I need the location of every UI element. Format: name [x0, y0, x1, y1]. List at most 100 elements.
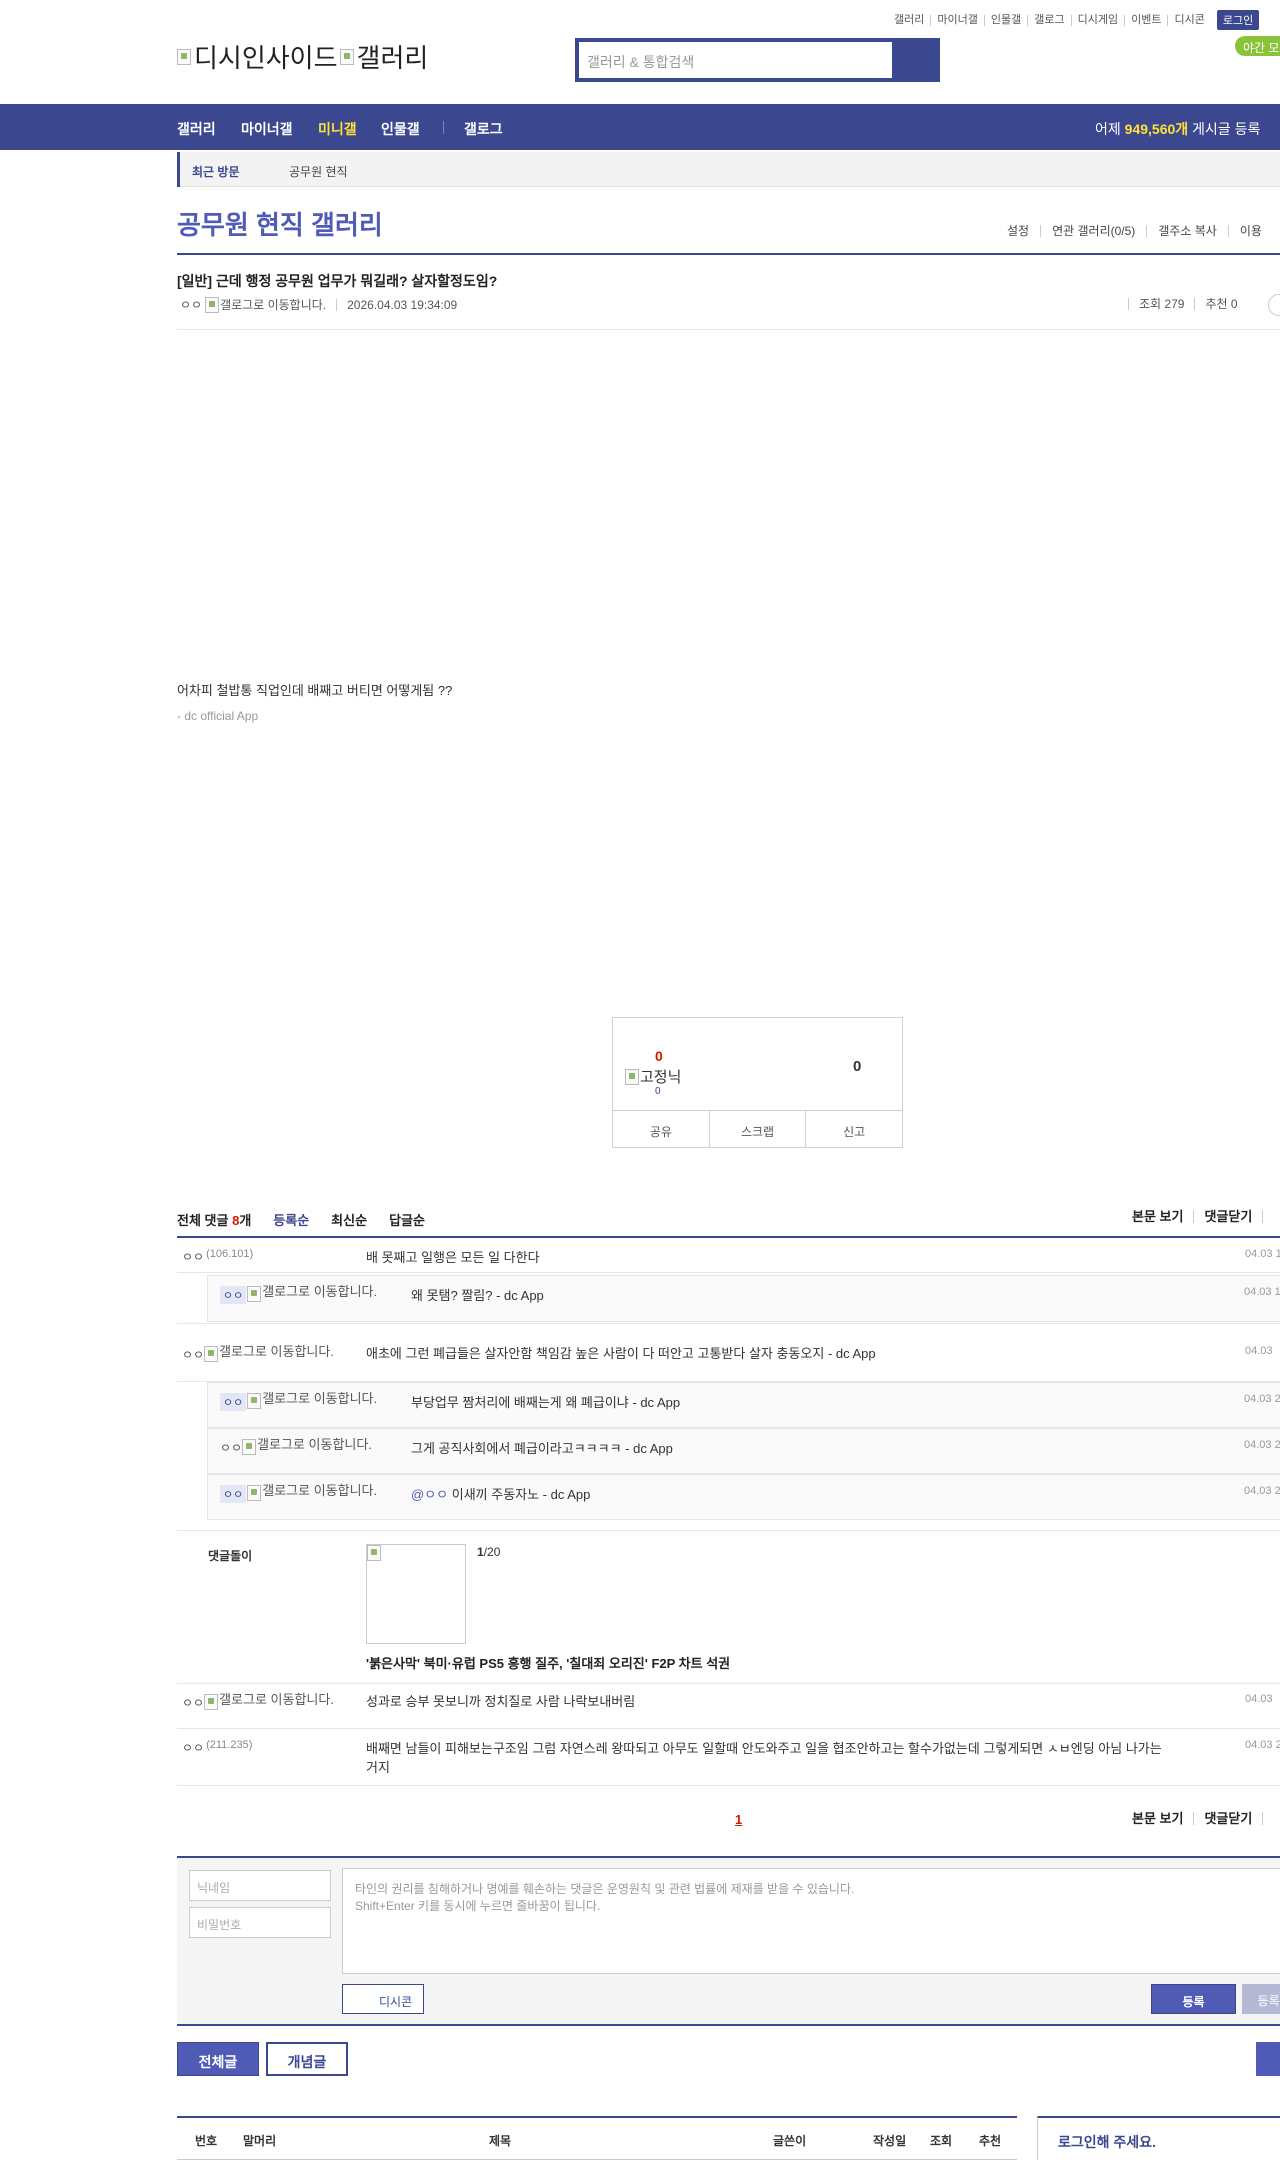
share-button[interactable]: 공유 — [613, 1111, 709, 1148]
util-link-gallery[interactable]: 갤러리 — [888, 14, 930, 26]
login-panel: 로그인해 주세요. — [1037, 2116, 1280, 2160]
gallery-title[interactable]: 공무원 현직 갤러리 — [177, 205, 383, 242]
comment-page-1[interactable]: 1 — [735, 1812, 742, 1827]
fixed-nick-alt: 고정닉 — [640, 1069, 682, 1086]
util-link-minor[interactable]: 마이너갤 — [930, 14, 983, 26]
galog-alt-text: 갤로그로 이동합니다. — [220, 298, 327, 312]
col-title: 제목 — [489, 2134, 512, 2148]
password-input[interactable]: 비밀번호 — [189, 1907, 331, 1938]
post-options-button[interactable] — [1268, 294, 1280, 316]
util-link-person[interactable]: 인물갤 — [983, 14, 1027, 26]
recommend-down-count: 0 — [853, 1058, 862, 1075]
login-panel-title[interactable]: 로그인해 주세요. — [1058, 2132, 1156, 2152]
post-meta: ㅇㅇ 갤로그로 이동합니다. 2026.04.03 19:34:09 — [180, 296, 457, 313]
col-date: 작성일 — [873, 2134, 907, 2148]
scrap-button[interactable]: 스크랩 — [708, 1111, 806, 1148]
submit-recommend-button[interactable]: 등록+ — [1242, 1984, 1280, 2014]
comment-footer-actions: 본문 보기 댓글닫기 — [1122, 1812, 1280, 1825]
view-body-link[interactable]: 본문 보기 — [1122, 1812, 1193, 1825]
submit-button[interactable]: 등록 — [1151, 1984, 1236, 2014]
galog-link[interactable]: 갤로그로 이동합니다. — [205, 296, 326, 313]
util-link-dcgame[interactable]: 디시게임 — [1070, 14, 1124, 26]
divider — [177, 253, 1280, 255]
col-head: 말머리 — [243, 2134, 277, 2148]
recent-visits-tab[interactable]: 최근 방문 — [177, 152, 252, 187]
sort-registered[interactable]: 등록순 — [273, 1210, 309, 1229]
fixed-nick-recommend-button[interactable]: 고정닉 — [625, 1066, 681, 1087]
util-link-galog[interactable]: 갤로그 — [1027, 14, 1070, 26]
comment-nick[interactable]: ㅇㅇ 갤로그로 이동합니다. — [182, 1693, 343, 1711]
post-author[interactable]: ㅇㅇ — [180, 296, 202, 313]
refresh-link[interactable] — [1262, 1210, 1280, 1223]
notice-line-1: 타인의 권리를 침해하거나 명예를 훼손하는 댓글은 운영원칙 및 관련 법률에… — [355, 1882, 855, 1896]
nav-gallery[interactable]: 갤러리 — [177, 119, 216, 139]
comment-date: 04.03 2 — [1244, 1485, 1280, 1497]
related-gallery-link[interactable]: 연관 갤러리(0/5) — [1040, 225, 1146, 237]
comment-nick[interactable]: ㅇㅇ 갤로그로 이동합니다. — [182, 1345, 343, 1363]
all-posts-button[interactable]: 전체글 — [177, 2042, 259, 2076]
comment-dori-image[interactable] — [366, 1544, 466, 1644]
comment-nick[interactable]: ㅇㅇ 갤로그로 이동합니다. — [220, 1484, 386, 1503]
search-input[interactable]: 갤러리 & 통합검색 — [587, 52, 694, 72]
refresh-link[interactable] — [1262, 1812, 1280, 1825]
gallery-settings-link[interactable]: 설정 — [1007, 225, 1040, 237]
stat-prefix: 어제 — [1095, 121, 1125, 137]
broken-image-icon — [247, 1485, 262, 1501]
usage-link[interactable]: 이용 — [1227, 225, 1273, 237]
main-nav: 갤러리 마이너갤 미니갤 인물갤 갤로그 어제 949,560개 게시글 등록 — [0, 104, 1280, 150]
comment-text: 배 못째고 일행은 모든 일 다한다 — [366, 1250, 540, 1265]
comment-nick[interactable]: ㅇㅇ 갤로그로 이동합니다. — [220, 1438, 381, 1456]
comment-nick[interactable]: ㅇㅇ 갤로그로 이동합니다. — [220, 1392, 386, 1411]
report-button[interactable]: 신고 — [805, 1111, 902, 1148]
nav-divider — [443, 121, 444, 134]
col-recommend: 추천 — [979, 2134, 1002, 2148]
util-link-dccon[interactable]: 디시콘 — [1167, 14, 1210, 26]
search-box: 갤러리 & 통합검색 — [575, 38, 940, 82]
comment-row: ㅇㅇ 갤로그로 이동합니다. 애초에 그런 폐급들은 살자안함 책임감 높은 사람… — [177, 1323, 1280, 1382]
mention[interactable]: @ㅇㅇ — [411, 1487, 448, 1502]
utility-links: 갤러리 마이너갤 인물갤 갤로그 디시게임 이벤트 디시콘 로그인 — [888, 10, 1260, 30]
sort-replies[interactable]: 답글순 — [389, 1210, 425, 1229]
sort-latest[interactable]: 최신순 — [331, 1210, 367, 1229]
comment-dori-headline[interactable]: '붉은사막' 북미·유럽 PS5 흥행 질주, '칠대죄 오리진' F2P 차트… — [366, 1653, 730, 1672]
comment-nick[interactable]: ㅇㅇ 갤로그로 이동합니다. — [220, 1285, 386, 1304]
comment-date: 04.03 19: — [1245, 1248, 1280, 1260]
nav-minor[interactable]: 마이너갤 — [241, 119, 293, 139]
gallery-tools: 설정 연관 갤러리(0/5) 갤주소 복사 이용 — [1007, 225, 1273, 237]
view-body-link[interactable]: 본문 보기 — [1122, 1210, 1193, 1223]
comment-textarea[interactable]: 타인의 권리를 침해하거나 명예를 훼손하는 댓글은 운영원칙 및 관련 법률에… — [342, 1868, 1280, 1974]
ip-text: (106.101) — [206, 1248, 254, 1260]
post-title: [일반] 근데 행정 공무원 업무가 뭐길래? 살자할정도임? — [177, 273, 498, 289]
login-button[interactable]: 로그인 — [1216, 10, 1260, 30]
logo-alt-gallery: 갤러리 — [356, 43, 429, 73]
night-mode-toggle[interactable]: 야간 모드 — [1235, 36, 1280, 56]
dccon-button[interactable]: 디시콘 — [342, 1984, 424, 2014]
nickname-input[interactable]: 닉네임 — [189, 1870, 331, 1901]
best-posts-button[interactable]: 개념글 — [266, 2042, 348, 2076]
search-button[interactable] — [892, 42, 936, 78]
copy-address-link[interactable]: 갤주소 복사 — [1146, 225, 1228, 237]
comment-total: 전체 댓글 8개 — [177, 1210, 251, 1229]
broken-image-icon — [247, 1286, 262, 1302]
recent-visit-item[interactable]: 공무원 현직 — [289, 163, 348, 180]
close-comments-link[interactable]: 댓글닫기 — [1193, 1210, 1262, 1223]
comment-nick[interactable]: ㅇㅇ (106.101) — [182, 1248, 253, 1265]
comment-nick[interactable]: ㅇㅇ (211.235) — [182, 1739, 252, 1756]
broken-image-icon — [247, 1393, 262, 1409]
post-views: 조회 279 — [1128, 298, 1194, 310]
recommend-actions: 공유 스크랩 신고 — [613, 1110, 902, 1148]
nav-mini[interactable]: 미니갤 — [318, 119, 357, 139]
write-post-button[interactable] — [1256, 2042, 1280, 2076]
comment-text: 배째면 남들이 피해보는구조임 그럼 자연스레 왕따되고 아무도 일할때 안도와… — [366, 1741, 1162, 1775]
nav-person[interactable]: 인물갤 — [381, 119, 420, 139]
nick-text: ㅇㅇ — [182, 1696, 205, 1710]
reply-row: ㅇㅇ 갤로그로 이동합니다. @ㅇㅇ 이새끼 주동자노 - dc App 04.0… — [207, 1474, 1280, 1520]
reply-row: ㅇㅇ 갤로그로 이동합니다. 왜 못탬? 짤림? - dc App 04.03 1 — [207, 1275, 1280, 1322]
comment-date: 04.03 2 — [1244, 1393, 1280, 1405]
site-logo[interactable]: 디시인사이드 갤러리 — [177, 38, 428, 75]
close-comments-link[interactable]: 댓글닫기 — [1193, 1812, 1262, 1825]
nick-text: ㅇㅇ — [220, 1441, 243, 1455]
stat-suffix: 게시글 등록 — [1188, 121, 1261, 137]
util-link-event[interactable]: 이벤트 — [1124, 14, 1167, 26]
nav-galog[interactable]: 갤로그 — [464, 119, 503, 139]
